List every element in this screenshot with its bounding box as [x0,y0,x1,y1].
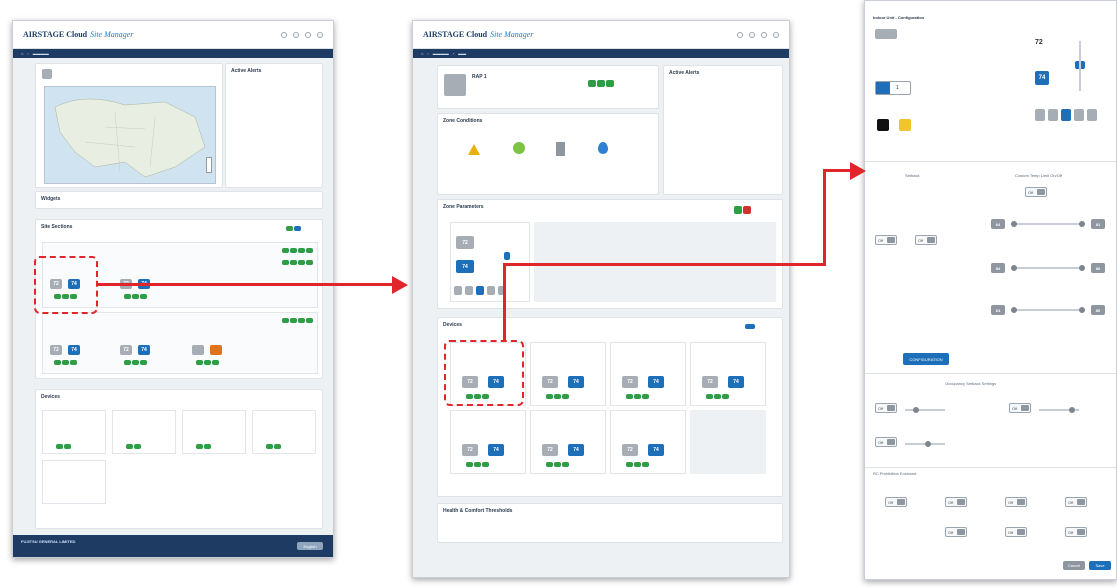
auto-off-toggle[interactable]: Off [875,437,897,447]
zone-parameters-card: Zone Parameters 72 74 [437,199,783,309]
logout-icon[interactable] [773,31,779,38]
limit-max[interactable]: 80 [1091,305,1105,315]
fan-stepper[interactable]: 1 [875,81,911,95]
limit-toggle[interactable]: Off [1025,187,1047,197]
user-icon[interactable] [305,31,311,38]
occupancy-toggle[interactable]: Off [875,235,897,245]
zone-view-screenshot: AIRSTAGE Cloud Site Manager ⌂ › ▬▬▬▬ › ▬▬ RAP… [412,20,790,578]
setpoint-heat[interactable]: 74 [68,345,80,355]
prohibit-toggle-1[interactable]: Off [885,497,907,507]
prohibit-toggle-3[interactable]: Off [1005,497,1027,507]
prohibit-toggle-5[interactable]: Off [945,527,967,537]
logout-icon[interactable] [317,31,323,38]
user-icon[interactable] [761,31,767,38]
app-header: AIRSTAGE Cloud Site Manager [413,21,789,49]
device-cool-setpoint[interactable]: 72 [542,444,558,456]
device-heat-setpoint[interactable]: 74 [728,376,744,388]
arrow-line-2-vert [503,264,506,341]
widgets-card: Widgets [35,191,323,209]
prohibit-toggle-7[interactable]: Off [1065,527,1087,537]
unit-icon [875,29,897,39]
setback-label: Setback [905,173,920,178]
config-title: Indoor Unit - Configuration [873,15,925,20]
site-map[interactable] [44,86,216,184]
limit-max[interactable]: 81 [1091,219,1105,229]
device-heat-setpoint[interactable]: 74 [648,376,664,388]
limit-min[interactable]: 64 [991,305,1005,315]
arrow-head-1 [392,276,408,294]
device-heat-setpoint[interactable]: 74 [488,444,504,456]
app-logo: AIRSTAGE Cloud Site Manager [23,30,134,39]
upper-lower-label: Custom Temp Limit On/Off [1015,173,1062,178]
help-icon[interactable] [737,31,743,38]
setpoint-heat[interactable]: 74 [138,345,150,355]
devices-card: Devices [35,389,323,529]
highlight-box [34,256,98,314]
arrow-head-2 [850,162,866,180]
setpoint-cool[interactable]: 72 [120,345,132,355]
active-alerts-card: Active Alerts [225,63,323,188]
auto-return-toggle[interactable]: Off [915,235,937,245]
configure-button[interactable]: CONFIGURATION [903,353,949,365]
active-alerts-card: Active Alerts [663,65,783,195]
gear-icon[interactable] [749,31,755,38]
highlight-box [444,340,524,406]
arrow-line-2-top [823,169,853,172]
cancel-button[interactable]: Cancel [1063,561,1085,570]
save-button[interactable]: Save [1089,561,1111,570]
device-cool-setpoint[interactable]: 72 [462,444,478,456]
heat-setpoint-value[interactable]: 74 [1035,71,1049,85]
breadcrumb: ⌂ › ▬▬▬▬ [13,49,333,58]
device-cool-setpoint[interactable]: 72 [622,444,638,456]
health-thresholds-card: Health & Comfort Thresholds [437,503,783,543]
arrow-line-2-up [823,170,826,266]
occupancy-off-toggle[interactable]: Off [875,403,897,413]
sensor-icon [556,142,565,156]
language-button[interactable]: English [297,542,323,550]
arrow-line-1 [98,283,394,286]
warning-icon [468,144,480,155]
prohibit-toggle-2[interactable]: Off [945,497,967,507]
humidity-icon [598,142,608,154]
setpoint-cool[interactable]: 72 [50,345,62,355]
device-heat-setpoint[interactable]: 74 [648,444,664,456]
breadcrumb: ⌂ › ▬▬▬▬ › ▬▬ [413,49,789,58]
arrow-line-2-horiz [503,263,826,266]
prohibit-toggle-6[interactable]: Off [1005,527,1027,537]
limit-min[interactable]: 64 [991,219,1005,229]
eco-icon[interactable] [899,119,911,131]
limit-max[interactable]: 80 [1091,263,1105,273]
zone-conditions-card: Zone Conditions [437,113,659,195]
help-icon[interactable] [281,31,287,38]
leaf-icon [513,142,525,154]
device-cool-setpoint[interactable]: 72 [702,376,718,388]
cool-setpoint-value: 72 [1035,39,1043,46]
zone-summary-card: RAP 1 [437,65,659,109]
param-heat-setpoint[interactable]: 74 [456,260,474,273]
gear-icon[interactable] [293,31,299,38]
unoccupied-toggle[interactable]: Off [1009,403,1031,413]
app-logo: AIRSTAGE Cloud Site Manager [423,30,534,39]
param-cool-setpoint[interactable]: 72 [456,236,474,249]
occupancy-settings-label: Occupancy Setback Settings [945,381,997,386]
prohibit-toggle-4[interactable]: Off [1065,497,1087,507]
limit-min[interactable]: 54 [991,263,1005,273]
app-header: AIRSTAGE Cloud Site Manager [13,21,333,49]
device-heat-setpoint[interactable]: 74 [568,376,584,388]
site-overview-card [35,63,223,188]
mode-icon[interactable] [877,119,889,131]
configuration-screenshot: Indoor Unit - Configuration 72 74 1 Setb… [864,0,1117,580]
device-cool-setpoint[interactable]: 72 [542,376,558,388]
device-cool-setpoint[interactable]: 72 [622,376,638,388]
footer: FUJITSU GENERAL LIMITED English [13,535,333,557]
prohibition-label: RC Prohibition Enclosed [873,471,917,476]
device-heat-setpoint[interactable]: 74 [568,444,584,456]
